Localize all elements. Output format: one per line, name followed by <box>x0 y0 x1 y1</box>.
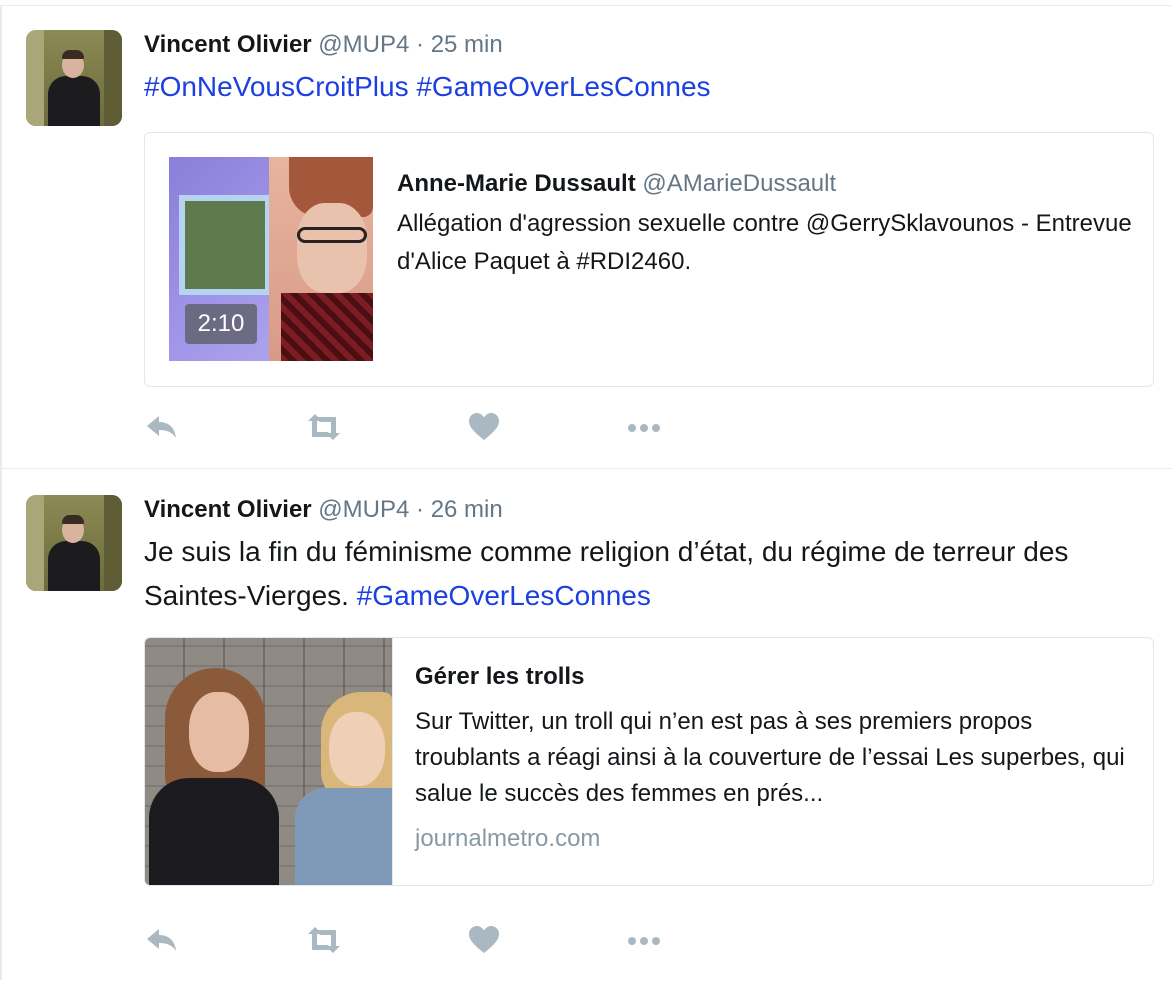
author-handle[interactable]: @MUP4 <box>318 496 409 523</box>
like-icon[interactable] <box>466 410 506 444</box>
link-preview-image[interactable] <box>145 638 393 885</box>
hashtag-link[interactable]: #OnNeVousCroitPlus <box>144 71 409 102</box>
link-description: Sur Twitter, un troll qui n’en est pas à… <box>415 708 1125 807</box>
video-thumbnail[interactable]: 2:10 <box>169 157 373 361</box>
quoted-tweet-header: Anne-Marie Dussault @AMarieDussault <box>397 169 836 199</box>
tweet-actions <box>144 923 704 957</box>
link-title[interactable]: Gérer les trolls <box>415 660 584 694</box>
more-icon[interactable] <box>624 923 664 957</box>
author-handle[interactable]: @MUP4 <box>318 31 409 58</box>
tweet-header: Vincent Olivier @MUP4 · 26 min <box>144 495 503 525</box>
avatar[interactable] <box>26 30 122 126</box>
timestamp[interactable]: 26 min <box>431 496 503 523</box>
tweet[interactable]: Vincent Olivier @MUP4 · 26 min Je suis l… <box>0 468 1172 981</box>
avatar[interactable] <box>26 495 122 591</box>
tweet-text: #OnNeVousCroitPlus #GameOverLesConnes <box>144 65 1154 109</box>
reply-icon[interactable] <box>144 410 184 444</box>
reply-icon[interactable] <box>144 923 184 957</box>
tweet-text: Je suis la fin du féminisme comme religi… <box>144 536 1069 611</box>
quoted-tweet-text: Allégation d'agression sexuelle contre @… <box>397 210 1132 275</box>
like-icon[interactable] <box>466 923 506 957</box>
tweet[interactable]: Vincent Olivier @MUP4 · 25 min #OnNeVous… <box>0 6 1172 466</box>
link-domain: journalmetro.com <box>415 825 601 852</box>
tweet-actions <box>144 410 704 444</box>
hashtag-link[interactable]: #GameOverLesConnes <box>416 71 710 102</box>
meta-separator: · <box>416 31 425 58</box>
retweet-icon[interactable] <box>304 923 344 957</box>
retweet-icon[interactable] <box>304 410 344 444</box>
quoted-author-name[interactable]: Anne-Marie Dussault <box>397 170 636 197</box>
meta-separator: · <box>416 496 425 523</box>
video-duration-badge: 2:10 <box>185 304 257 344</box>
link-preview-card[interactable]: Gérer les trolls Sur Twitter, un troll q… <box>144 637 1154 886</box>
author-name[interactable]: Vincent Olivier <box>144 496 312 523</box>
tweet-header: Vincent Olivier @MUP4 · 25 min <box>144 30 503 60</box>
quoted-author-handle[interactable]: @AMarieDussault <box>642 170 836 197</box>
quoted-tweet-card[interactable]: 2:10 Anne-Marie Dussault @AMarieDussault… <box>144 132 1154 387</box>
hashtag-link[interactable]: #GameOverLesConnes <box>357 580 651 611</box>
author-name[interactable]: Vincent Olivier <box>144 31 312 58</box>
more-icon[interactable] <box>624 410 664 444</box>
timestamp[interactable]: 25 min <box>431 31 503 58</box>
